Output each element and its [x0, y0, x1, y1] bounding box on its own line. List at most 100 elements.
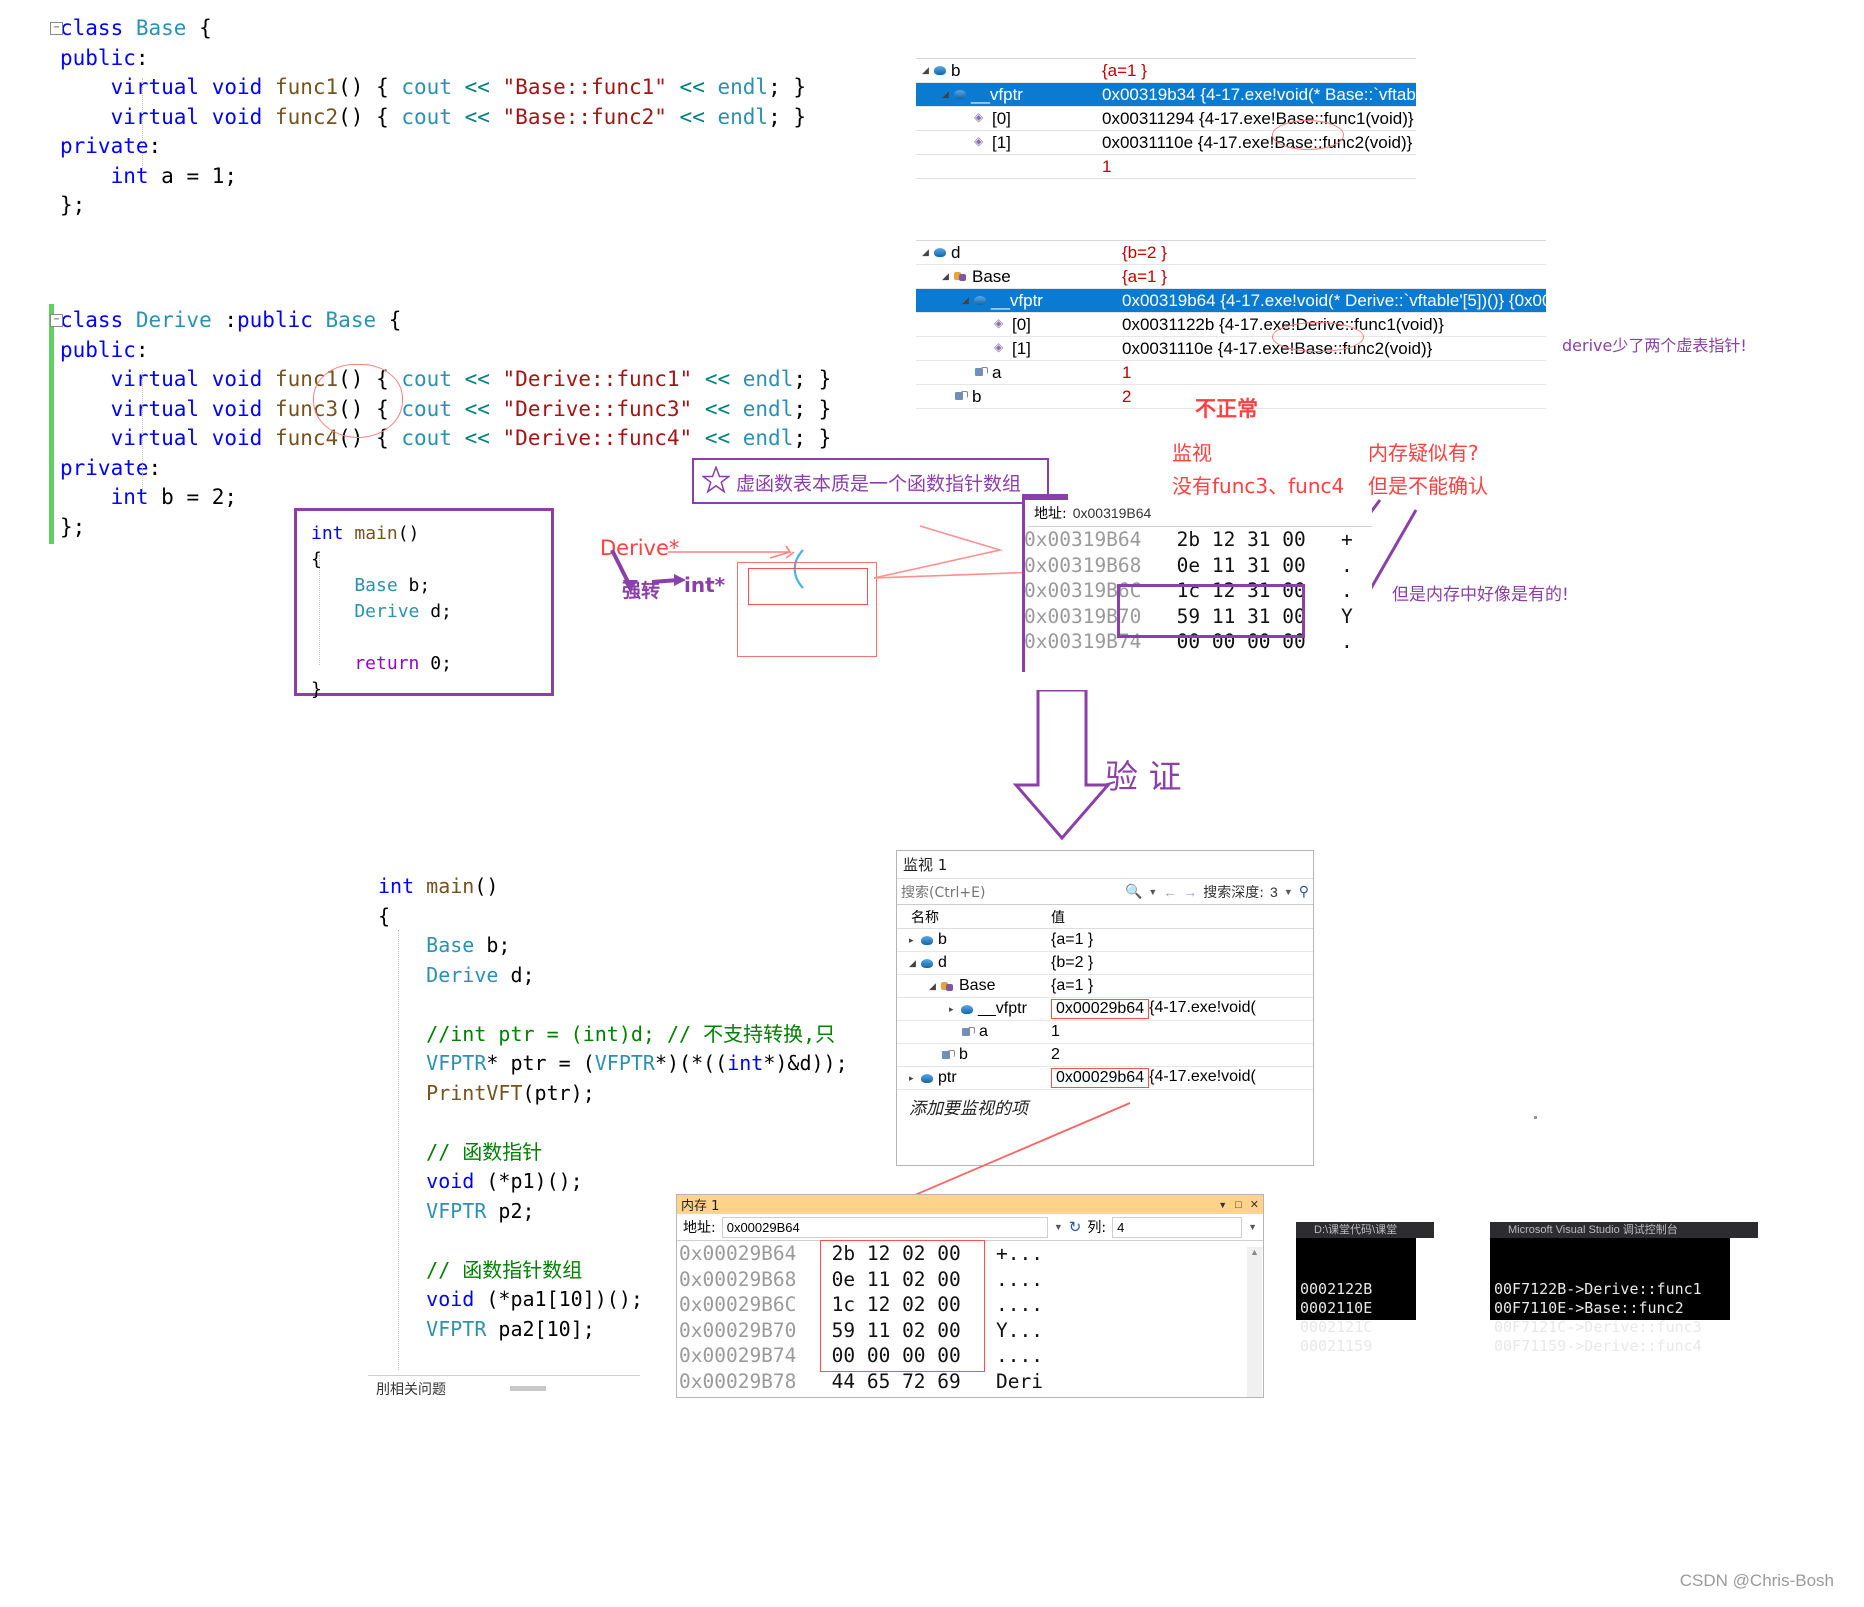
chevron-down-icon[interactable]: ▼ [1284, 887, 1293, 897]
code-text-derive: class Derive :public Base {public: virtu… [60, 306, 831, 542]
expander-icon[interactable] [922, 247, 934, 258]
code-token: : [211, 308, 238, 332]
memory-vscrollbar[interactable]: ▲ [1247, 1247, 1262, 1397]
watch-row[interactable]: d {b=2 } [916, 241, 1546, 265]
watch-row-value: 1 [1102, 156, 1112, 176]
expander-icon[interactable] [909, 1073, 921, 1084]
code-token: cout [401, 426, 452, 450]
collapse-toggle-derive[interactable]: − [50, 314, 63, 327]
private-field-icon [941, 1049, 955, 1061]
watch-row-value: {a=1 } [1045, 931, 1313, 949]
forward-arrow-icon[interactable]: → [1183, 884, 1197, 900]
memory-row-ascii: .... [984, 1344, 1043, 1367]
memory-window-titlebar[interactable]: 内存 1 ▼ □ ✕ [677, 1195, 1263, 1214]
watch-rows[interactable]: b {a=1 } d {b=2 } Base {a=1 } __vfptr 0x00029b6… [897, 929, 1313, 1090]
filter-icon[interactable]: ⚲ [1299, 883, 1309, 900]
back-arrow-icon[interactable]: ← [1163, 884, 1177, 900]
search-depth-value[interactable]: 3 [1270, 884, 1278, 900]
watch-row[interactable]: 1 [916, 155, 1416, 179]
watch-row[interactable]: a1 [897, 1021, 1313, 1044]
code-token: a = [161, 163, 212, 188]
watch-row-value: 0x00319b64 {4-17.exe!void(* Derive::`vft… [1122, 290, 1546, 310]
code-token: Base [135, 16, 187, 40]
cube-icon [934, 66, 946, 75]
memory-address-label: 地址: [683, 1220, 716, 1236]
code-text-base: class Base {public: virtual void func1()… [60, 14, 806, 221]
expander-icon[interactable] [942, 89, 954, 100]
memory-address-value[interactable]: 0x00319B64 [1073, 505, 1152, 521]
memory-window-left-border [1022, 500, 1025, 672]
code-token: ])(); [582, 1287, 643, 1311]
chevron-down-icon[interactable]: ▼ [1148, 887, 1157, 897]
annotation-mem-maybe: 内存疑似有? [1368, 441, 1479, 465]
code-token: : [148, 134, 162, 158]
code-line: Base b; [378, 931, 848, 961]
annotation-watch-label: 监视 [1172, 441, 1212, 465]
memory-address-input[interactable]: 0x00029B64 [721, 1216, 1048, 1238]
watch-search-input[interactable]: 搜索(Ctrl+E) [901, 882, 1119, 902]
code-token: cout [401, 396, 452, 421]
code-token: endl [742, 367, 794, 391]
code-token: { [186, 16, 212, 40]
memory-window-title: 内存 1 [681, 1199, 720, 1214]
memory-row-address: 0x00029B70 [679, 1318, 820, 1342]
watch-row[interactable]: b2 [897, 1044, 1313, 1067]
watch-row[interactable]: Base {a=1 } [916, 265, 1546, 289]
editor-hscrollbar[interactable] [510, 1386, 546, 1391]
code-token: int [60, 485, 162, 509]
watch-row[interactable]: a1 [916, 361, 1546, 385]
chevron-down-icon[interactable]: ▼ [1218, 1200, 1227, 1210]
code-token: func2 [274, 104, 339, 129]
debug-watch-d[interactable]: d {b=2 } Base {a=1 } __vfptr 0x00319b64 {4-17… [916, 240, 1546, 409]
code-token: b = [161, 485, 212, 509]
refresh-icon[interactable]: ↻ [1069, 1218, 1082, 1236]
expander-icon[interactable] [949, 1004, 961, 1015]
collapse-toggle-base[interactable]: − [50, 22, 63, 35]
code-token: 1 [211, 163, 225, 188]
expander-icon[interactable] [909, 958, 921, 969]
maximize-icon[interactable]: □ [1235, 1199, 1242, 1211]
code-line: int main() [311, 521, 551, 547]
memory-address-bar[interactable]: 地址: 0x00029B64 ▼ ↻ 列: 4 ▼ [677, 1214, 1263, 1241]
watch-row[interactable]: __vfptr 0x00029b64 {4-17.exe!void( [897, 998, 1313, 1021]
scroll-up-arrow-icon[interactable]: ▲ [1247, 1247, 1262, 1257]
code-token: VFPTR [378, 1198, 487, 1223]
memory-columns-value[interactable]: 4 [1112, 1216, 1243, 1238]
chevron-down-icon[interactable]: ▼ [1054, 1222, 1063, 1232]
object-layout-vfptr-box [748, 568, 868, 605]
expander-icon[interactable] [962, 295, 974, 306]
watch-row[interactable]: Base {a=1 } [897, 975, 1313, 998]
code-text-main-small: int main(){ Base b; Derive d; return 0;} [297, 511, 551, 703]
code-token: int [311, 523, 355, 544]
watch-row-name: [1] [1012, 338, 1031, 358]
memory-row-ascii: . [1329, 553, 1353, 577]
expander-icon[interactable] [909, 935, 921, 946]
watch-row[interactable]: __vfptr 0x00319b64 {4-17.exe!void(* Deriv… [916, 289, 1546, 313]
code-line: virtual void func4() { cout << "Derive::… [60, 424, 832, 454]
memory-address-bar-top[interactable]: 地址: 0x00319B64 [1028, 500, 1372, 527]
watch-row-value-primary: 2 [1051, 1046, 1060, 1063]
code-token: 10 [546, 1316, 571, 1341]
private-field-icon [961, 1026, 975, 1038]
watch-row[interactable]: __vfptr 0x00319b34 {4-17.exe!void(* Base:… [916, 83, 1416, 107]
debug-watch-b[interactable]: b {a=1 } __vfptr 0x00319b34 {4-17.exe!void(… [916, 58, 1416, 179]
code-token: virtual void [60, 367, 275, 391]
watch-row[interactable]: d {b=2 } [897, 952, 1313, 975]
expander-icon[interactable] [922, 65, 934, 76]
watch-row[interactable]: [0]0x0031122b {4-17.exe!Derive::func1(vo… [916, 313, 1546, 337]
memory-row-ascii: + [1329, 528, 1353, 551]
watch-row[interactable]: b {a=1 } [897, 929, 1313, 952]
watch-row[interactable]: [0] 0x00311294 {4-17.exe!Base::func1(void… [916, 107, 1416, 131]
watch-row[interactable]: [1]0x0031110e {4-17.exe!Base::func2(void… [916, 337, 1546, 361]
search-depth-label: 搜索深度: [1203, 884, 1265, 901]
watch-row[interactable]: b {a=1 } [916, 59, 1416, 83]
code-token: endl [717, 75, 769, 99]
code-line: PrintVFT(ptr); [378, 1079, 848, 1109]
code-token: private [60, 455, 149, 480]
expander-icon[interactable] [942, 271, 954, 282]
expander-icon[interactable] [929, 981, 941, 992]
search-icon[interactable]: 🔍 [1125, 883, 1142, 900]
watch-window-toolbar[interactable]: 搜索(Ctrl+E) 🔍 ▼ ← → 搜索深度: 3 ▼ ⚲ [897, 879, 1313, 905]
chevron-down-icon[interactable]: ▼ [1248, 1222, 1257, 1232]
close-icon[interactable]: ✕ [1250, 1198, 1259, 1211]
